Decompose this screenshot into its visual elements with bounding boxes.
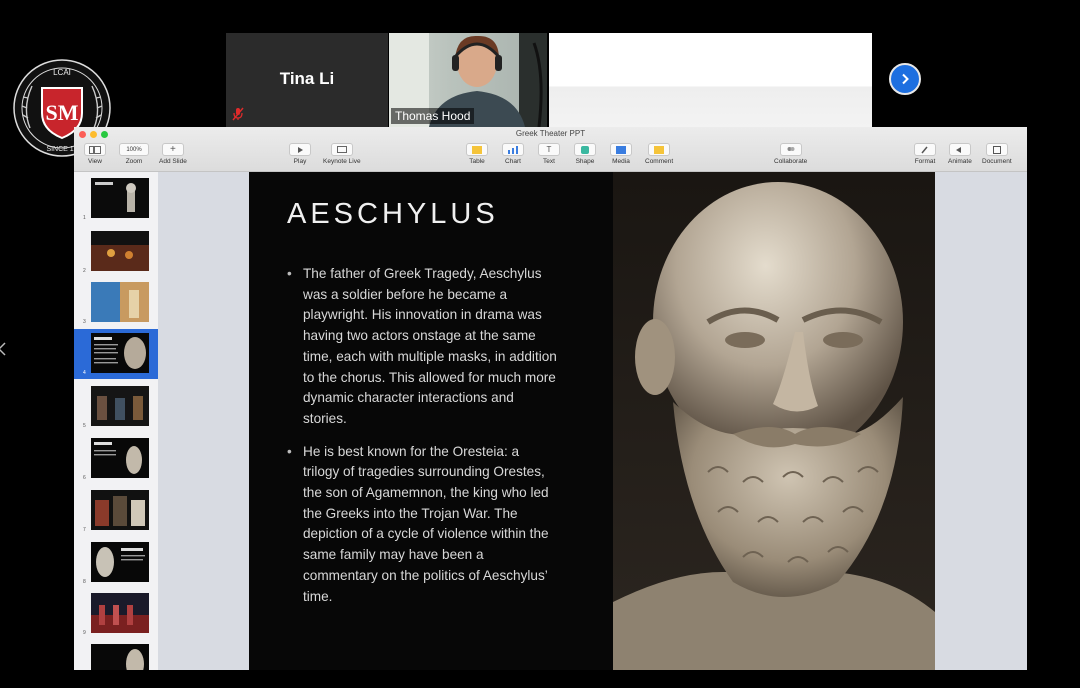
current-slide[interactable]: AESCHYLUS The father of Greek Tragedy, A… bbox=[249, 172, 935, 670]
slide-thumbnail[interactable]: 9 bbox=[74, 589, 158, 639]
crest-bottom-text: SINCE 19 bbox=[46, 146, 77, 153]
participant-name: Tina Li bbox=[279, 69, 335, 88]
mic-muted-icon bbox=[232, 107, 244, 121]
keynote-window: Greek Theater PPT View 100% Zoom + Add S… bbox=[74, 127, 1027, 670]
slide-thumbnail-image bbox=[91, 231, 149, 271]
participant-tile-tina[interactable]: Tina Li bbox=[226, 33, 388, 127]
shape-icon bbox=[574, 143, 596, 156]
zoom-participant-strip: Tina Li Thomas Hood bbox=[226, 33, 872, 127]
collaborate-icon bbox=[779, 143, 802, 156]
slide-bullet-list: The father of Greek Tragedy, Aeschylus w… bbox=[287, 264, 557, 619]
document-button[interactable]: Document bbox=[982, 143, 1012, 165]
animate-icon bbox=[948, 143, 971, 156]
chevron-right-icon bbox=[902, 73, 909, 85]
slide-bullet: The father of Greek Tragedy, Aeschylus w… bbox=[287, 264, 557, 430]
window-title: Greek Theater PPT bbox=[515, 129, 586, 138]
play-icon bbox=[289, 143, 311, 156]
text-button[interactable]: T Text bbox=[538, 143, 560, 165]
aeschylus-bust-image bbox=[613, 172, 935, 670]
zoom-dropdown[interactable]: 100% Zoom bbox=[119, 143, 149, 165]
table-icon bbox=[466, 143, 488, 156]
media-icon bbox=[610, 143, 632, 156]
play-button[interactable]: Play bbox=[289, 143, 311, 165]
paintbrush-icon bbox=[914, 143, 936, 156]
slide-thumbnail[interactable]: 7 bbox=[74, 486, 158, 536]
slide-thumbnail-image bbox=[91, 282, 149, 322]
collaborate-button[interactable]: Collaborate bbox=[774, 143, 807, 165]
slide-thumbnail[interactable]: 10 bbox=[74, 640, 158, 670]
format-button[interactable]: Format bbox=[914, 143, 936, 165]
slide-thumbnail-image bbox=[91, 333, 149, 373]
crest-top-text: LCAI bbox=[53, 68, 71, 77]
slide-thumbnail[interactable]: 2 bbox=[74, 227, 158, 277]
slide-thumbnail[interactable]: 1 bbox=[74, 174, 158, 224]
slide-thumbnail-image bbox=[91, 542, 149, 582]
animate-button[interactable]: Animate bbox=[948, 143, 972, 165]
slide-thumbnail[interactable]: 3 bbox=[74, 278, 158, 328]
slide-bullet: He is best known for the Oresteia: a tri… bbox=[287, 442, 557, 608]
slide-thumbnail-image bbox=[91, 438, 149, 478]
zoom-value: 100% bbox=[119, 143, 149, 156]
chevron-left-icon[interactable] bbox=[0, 342, 6, 356]
crest-monogram: SM bbox=[46, 100, 79, 125]
view-button[interactable]: View bbox=[84, 143, 106, 165]
slide-thumbnail-image bbox=[91, 644, 149, 670]
add-slide-button[interactable]: + Add Slide bbox=[159, 143, 187, 165]
slide-thumbnail[interactable]: 8 bbox=[74, 538, 158, 588]
plus-icon: + bbox=[161, 143, 184, 156]
keynote-live-button[interactable]: Keynote Live bbox=[323, 143, 361, 165]
comment-button[interactable]: Comment bbox=[645, 143, 673, 165]
participant-tile-thomas[interactable]: Thomas Hood bbox=[389, 33, 547, 127]
slide-thumbnail-image bbox=[91, 178, 149, 218]
document-icon bbox=[985, 143, 1008, 156]
view-icon bbox=[84, 143, 106, 156]
comment-icon bbox=[648, 143, 671, 156]
slide-thumbnail-image bbox=[91, 593, 149, 633]
chart-icon bbox=[502, 143, 524, 156]
text-icon: T bbox=[538, 143, 560, 156]
chart-button[interactable]: Chart bbox=[502, 143, 524, 165]
table-button[interactable]: Table bbox=[466, 143, 488, 165]
participant-name: Thomas Hood bbox=[391, 108, 475, 124]
next-page-button[interactable] bbox=[889, 63, 921, 95]
slide-thumbnail[interactable]: 5 bbox=[74, 382, 158, 432]
slide-thumbnail-selected[interactable]: 4 bbox=[74, 329, 158, 379]
shared-screen-tile bbox=[549, 33, 872, 127]
slide-thumbnail[interactable]: 6 bbox=[74, 434, 158, 484]
keynote-live-icon bbox=[330, 143, 353, 156]
keynote-toolbar: Greek Theater PPT View 100% Zoom + Add S… bbox=[74, 127, 1027, 172]
slide-title: AESCHYLUS bbox=[287, 198, 499, 230]
media-button[interactable]: Media bbox=[610, 143, 632, 165]
slide-thumbnail-image bbox=[91, 386, 149, 426]
slide-thumbnail-image bbox=[91, 490, 149, 530]
slide-navigator: 1 2 3 4 5 6 7 8 9 bbox=[74, 172, 158, 670]
shape-button[interactable]: Shape bbox=[574, 143, 596, 165]
